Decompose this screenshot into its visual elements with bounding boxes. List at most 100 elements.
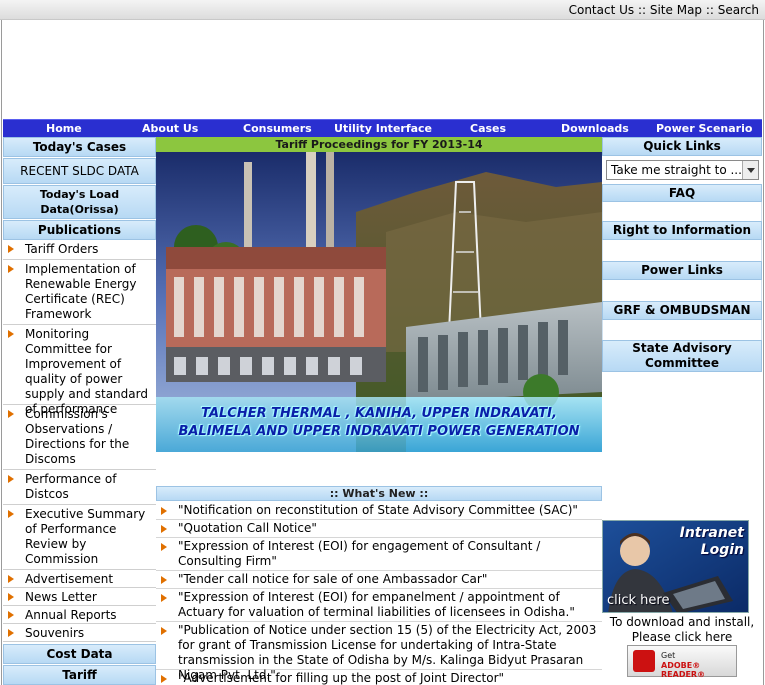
quick-links-header: Quick Links	[602, 137, 762, 156]
contact-us-link[interactable]: Contact Us	[569, 3, 635, 17]
nav-home[interactable]: Home	[46, 122, 82, 135]
pub-item-performance-distcos[interactable]: Performance of Distcos	[3, 470, 156, 505]
bullet-arrow-icon	[8, 475, 14, 483]
bullet-arrow-icon	[161, 627, 167, 635]
pub-item-monitoring-committee[interactable]: Monitoring Committee for Improvement of …	[3, 325, 156, 416]
pub-item-souvenirs[interactable]: Souvenirs	[3, 624, 156, 642]
pub-item-label: Souvenirs	[25, 626, 85, 640]
pub-item-label: Commission's Observations / Directions f…	[25, 407, 130, 466]
chevron-down-icon[interactable]	[742, 161, 758, 179]
news-item-eoi-actuary[interactable]: "Expression of Interest (EOI) for empane…	[156, 589, 602, 622]
bullet-arrow-icon	[8, 410, 14, 418]
whats-new-list: "Notification on reconstitution of State…	[156, 502, 602, 685]
pub-item-label: News Letter	[25, 590, 97, 604]
pub-item-label: Implementation of Renewable Energy Certi…	[25, 262, 137, 321]
pub-item-label: Advertisement	[25, 572, 114, 586]
nav-power-scenario[interactable]: Power Scenario	[656, 122, 752, 135]
bullet-arrow-icon	[161, 543, 167, 551]
tariff-header[interactable]: Tariff	[3, 665, 156, 685]
faq-link[interactable]: FAQ	[602, 184, 762, 202]
banner-caption-line2: BALIMELA AND UPPER INDRAVATI POWER GENER…	[178, 424, 580, 439]
pub-item-annual-reports[interactable]: Annual Reports	[3, 606, 156, 624]
news-item-label: "Quotation Call Notice"	[178, 521, 317, 535]
right-sidebar: Quick Links Take me straight to ... FAQ …	[602, 137, 762, 685]
pub-item-advertisement[interactable]: Advertisement	[3, 570, 156, 588]
left-sidebar: Today's Cases RECENT SLDC DATA Today's L…	[3, 137, 156, 685]
pub-item-label: Annual Reports	[25, 608, 117, 622]
nav-consumers[interactable]: Consumers	[243, 122, 312, 135]
bullet-arrow-icon	[161, 525, 167, 533]
state-advisory-committee-link[interactable]: State Advisory Committee	[602, 340, 762, 372]
pub-item-label: Monitoring Committee for Improvement of …	[25, 327, 148, 416]
adobe-reader-label: ADOBE® READER®	[661, 661, 706, 679]
news-item-transmission-license[interactable]: "Publication of Notice under section 15 …	[156, 622, 602, 682]
adobe-get-label: Get	[661, 651, 676, 660]
quick-links-select[interactable]: Take me straight to ...	[606, 160, 759, 180]
bullet-arrow-icon	[161, 507, 167, 515]
bullet-arrow-icon	[161, 594, 167, 602]
main-nav: Home About Us Consumers Utility Interfac…	[3, 119, 762, 137]
pub-item-news-letter[interactable]: News Letter	[3, 588, 156, 606]
pub-item-rec-framework[interactable]: Implementation of Renewable Energy Certi…	[3, 260, 156, 325]
top-link-separator: ::	[702, 3, 718, 17]
news-item-eoi-consultant[interactable]: "Expression of Interest (EOI) for engage…	[156, 538, 602, 571]
news-item-label: "Notification on reconstitution of State…	[178, 503, 578, 517]
site-map-link[interactable]: Site Map	[650, 3, 702, 17]
bullet-arrow-icon	[8, 510, 14, 518]
pub-item-label: Executive Summary of Performance Review …	[25, 507, 146, 566]
intranet-login-banner[interactable]: Intranet Login click here	[602, 520, 749, 613]
todays-load-data-link[interactable]: Today's Load Data(Orissa)	[3, 185, 156, 219]
cost-data-header[interactable]: Cost Data	[3, 644, 156, 664]
pub-item-executive-summary[interactable]: Executive Summary of Performance Review …	[3, 505, 156, 570]
news-item-joint-director[interactable]: "Advertisement for filling up the post o…	[156, 670, 602, 685]
bullet-arrow-icon	[8, 245, 14, 253]
bullet-arrow-icon	[8, 575, 14, 583]
whats-new-header: :: What's New ::	[156, 486, 602, 501]
grf-ombudsman-link[interactable]: GRF & OMBUDSMAN	[602, 301, 762, 320]
news-item-quotation[interactable]: "Quotation Call Notice"	[156, 520, 602, 538]
intranet-title-line1: Intranet	[679, 525, 744, 541]
bullet-arrow-icon	[8, 611, 14, 619]
power-plant-banner: TALCHER THERMAL , KANIHA, UPPER INDRAVAT…	[156, 152, 602, 452]
recent-sldc-data-link[interactable]: RECENT SLDC DATA	[3, 158, 156, 184]
top-links: Contact Us :: Site Map :: Search	[569, 3, 759, 17]
nav-about-us[interactable]: About Us	[142, 122, 198, 135]
spacer	[602, 320, 762, 340]
bullet-arrow-icon	[8, 629, 14, 637]
pdf-icon	[633, 650, 655, 672]
publications-header: Publications	[3, 220, 156, 240]
news-item-sac[interactable]: "Notification on reconstitution of State…	[156, 502, 602, 520]
intranet-title-line2: Login	[700, 542, 744, 558]
right-to-information-link[interactable]: Right to Information	[602, 221, 762, 240]
nav-downloads[interactable]: Downloads	[561, 122, 629, 135]
nav-utility-interface[interactable]: Utility Interface	[334, 122, 432, 135]
quick-links-selected: Take me straight to ...	[611, 163, 742, 177]
banner-caption-line1: TALCHER THERMAL , KANIHA, UPPER INDRAVAT…	[201, 406, 557, 421]
spacer	[602, 280, 762, 301]
search-link[interactable]: Search	[718, 3, 759, 17]
bullet-arrow-icon	[8, 265, 14, 273]
pub-item-tariff-orders[interactable]: Tariff Orders	[3, 240, 156, 260]
news-item-label: "Tender call notice for sale of one Amba…	[178, 572, 488, 586]
download-instructions: To download and install, Please click he…	[609, 615, 755, 644]
intranet-click-here-link[interactable]: click here	[607, 593, 669, 608]
power-links-link[interactable]: Power Links	[602, 261, 762, 280]
pub-item-label: Performance of Distcos	[25, 472, 117, 501]
news-item-tender-car[interactable]: "Tender call notice for sale of one Amba…	[156, 571, 602, 589]
intranet-title: Intranet Login	[680, 525, 744, 559]
bullet-arrow-icon	[8, 330, 14, 338]
bullet-arrow-icon	[161, 675, 167, 683]
main-content: Tariff Proceedings for FY 2013-14 TALCHE…	[156, 137, 602, 685]
top-link-separator: ::	[634, 3, 650, 17]
spacer	[602, 240, 762, 261]
todays-cases-header[interactable]: Today's Cases	[3, 137, 156, 157]
pub-item-commission-observations[interactable]: Commission's Observations / Directions f…	[3, 405, 156, 470]
news-item-label: "Advertisement for filling up the post o…	[178, 671, 505, 685]
news-item-label: "Expression of Interest (EOI) for empane…	[178, 590, 575, 619]
get-adobe-reader-button[interactable]: Get ADOBE® READER®	[627, 645, 737, 679]
news-item-label: "Expression of Interest (EOI) for engage…	[178, 539, 541, 568]
bullet-arrow-icon	[161, 576, 167, 584]
top-bar: Contact Us :: Site Map :: Search	[0, 0, 765, 20]
bullet-arrow-icon	[8, 593, 14, 601]
nav-cases[interactable]: Cases	[470, 122, 506, 135]
